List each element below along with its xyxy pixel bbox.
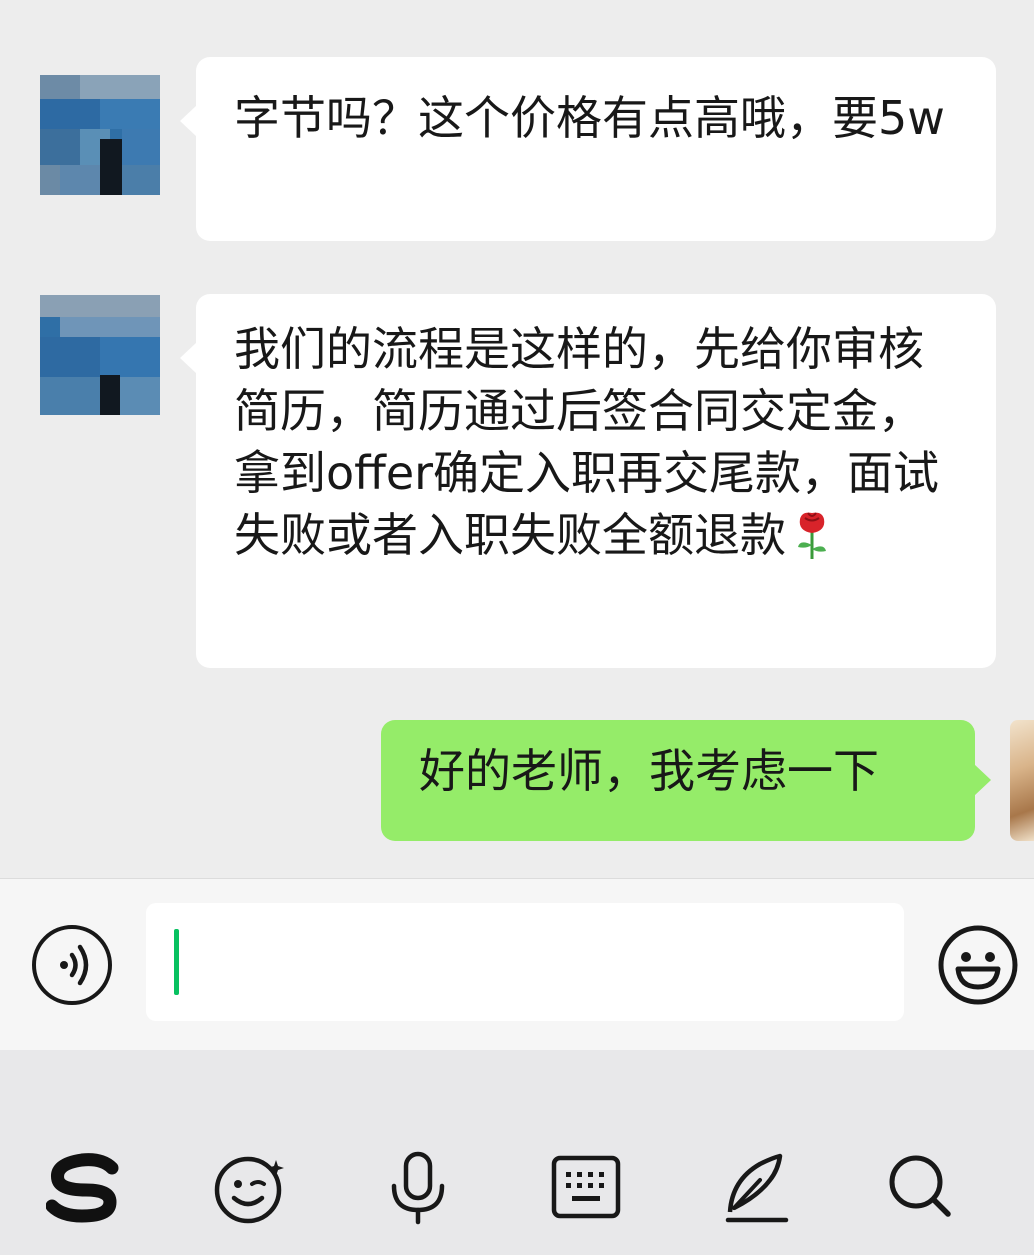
wink-emoji-icon[interactable] xyxy=(212,1150,288,1226)
chat-area: 字节吗？这个价格有点高哦，要5w 我们的流程是这样的，先给你审核简历，简历通过后… xyxy=(0,0,1034,878)
ime-toolbar xyxy=(0,1050,1034,1255)
message-text: 我们的流程是这样的，先给你审核简历，简历通过后签合同交定金，拿到offer确定入… xyxy=(234,322,940,562)
microphone-icon[interactable] xyxy=(380,1150,456,1226)
voice-icon[interactable] xyxy=(32,925,112,1005)
message-input[interactable] xyxy=(146,903,904,1021)
contact-avatar[interactable] xyxy=(40,75,160,195)
handwriting-pen-icon[interactable] xyxy=(720,1150,796,1226)
rose-emoji-icon xyxy=(792,509,832,576)
keyboard-icon[interactable] xyxy=(548,1150,624,1226)
message-bubble-incoming[interactable]: 我们的流程是这样的，先给你审核简历，简历通过后签合同交定金，拿到offer确定入… xyxy=(180,294,996,668)
message-bubble-incoming[interactable]: 字节吗？这个价格有点高哦，要5w xyxy=(180,57,996,241)
contact-avatar[interactable] xyxy=(40,295,160,415)
emoji-icon[interactable] xyxy=(936,923,1020,1007)
chat-input-bar xyxy=(0,878,1034,1050)
message-text: 字节吗？这个价格有点高哦，要5w xyxy=(234,91,945,145)
my-avatar[interactable] xyxy=(1010,720,1034,841)
message-bubble-outgoing[interactable]: 好的老师，我考虑一下 xyxy=(381,720,991,841)
search-icon[interactable] xyxy=(884,1150,960,1226)
text-caret xyxy=(174,929,179,995)
message-text: 好的老师，我考虑一下 xyxy=(419,744,879,798)
sogou-logo-icon[interactable] xyxy=(45,1150,122,1226)
